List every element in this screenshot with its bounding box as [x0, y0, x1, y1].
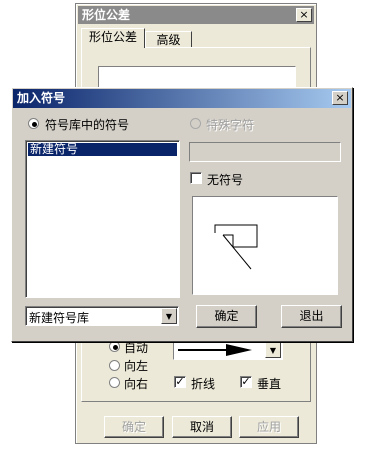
symbol-library-select[interactable]: 新建符号库 ▼ — [25, 306, 179, 326]
no-symbol-checkbox[interactable] — [190, 172, 202, 184]
radio-special-char-label: 特殊字符 — [206, 118, 255, 132]
arrow-style-icon — [178, 344, 252, 356]
tolerance-ok-button[interactable]: 确定 — [104, 416, 164, 438]
radio-left[interactable] — [109, 360, 120, 371]
radio-auto[interactable] — [109, 341, 120, 352]
arrow-style-dropdown-icon[interactable]: ▼ — [265, 342, 281, 358]
symbol-preview-drawing — [214, 224, 258, 270]
arrow-style-select[interactable]: ▼ — [173, 340, 283, 360]
add-symbol-title: 加入符号 — [17, 91, 66, 105]
vertical-label: 垂直 — [257, 377, 282, 391]
tab-tolerance[interactable]: 形位公差 — [81, 28, 145, 48]
tolerance-dialog-titlebar: 形位公差 — [78, 6, 314, 24]
radio-library-symbol-label: 符号库中的符号 — [45, 118, 130, 132]
radio-special-char[interactable] — [190, 118, 201, 129]
list-item[interactable]: 新建符号 — [28, 143, 177, 156]
radio-library-symbol[interactable] — [28, 118, 39, 129]
library-dropdown-icon[interactable]: ▼ — [161, 308, 177, 324]
polyline-checkbox[interactable]: ✓ — [174, 376, 186, 388]
add-symbol-ok-button[interactable]: 确定 — [196, 305, 257, 328]
polyline-label: 折线 — [191, 377, 216, 391]
tolerance-dialog-title: 形位公差 — [82, 8, 131, 22]
add-symbol-close-button[interactable]: × — [332, 91, 348, 105]
vertical-checkbox[interactable]: ✓ — [240, 376, 252, 388]
symbol-list[interactable]: 新建符号 — [25, 140, 180, 298]
special-char-input[interactable] — [189, 142, 341, 162]
radio-right[interactable] — [109, 377, 120, 388]
add-symbol-exit-button[interactable]: 退出 — [281, 305, 342, 328]
tolerance-close-button[interactable]: × — [296, 8, 312, 22]
no-symbol-label: 无符号 — [207, 173, 244, 187]
symbol-preview — [192, 196, 338, 295]
radio-right-label: 向右 — [124, 377, 149, 391]
add-symbol-titlebar: 加入符号 — [13, 89, 351, 108]
radio-left-label: 向左 — [124, 359, 149, 373]
tolerance-cancel-button[interactable]: 取消 — [172, 416, 232, 438]
tolerance-apply-button[interactable]: 应用 — [239, 416, 299, 438]
symbol-library-value: 新建符号库 — [29, 311, 90, 325]
